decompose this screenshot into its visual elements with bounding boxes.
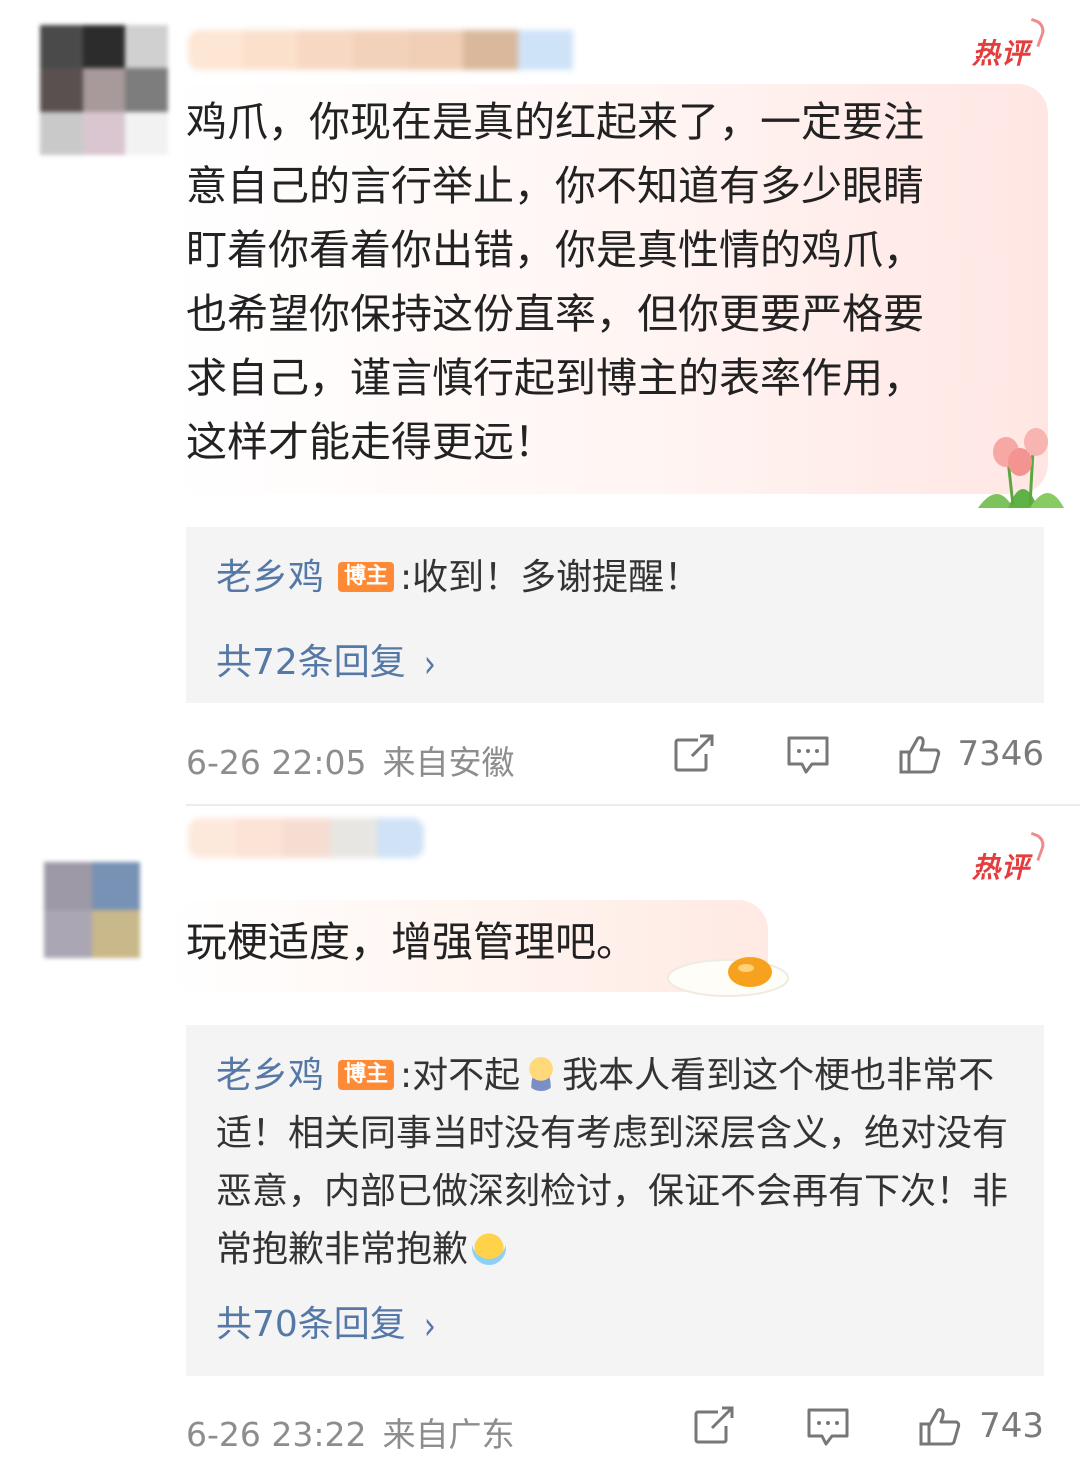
comment-icon[interactable] [786,732,830,776]
comment-time: 6-26 22:05 [186,743,367,782]
comment-divider [186,804,1080,806]
reply-content-part1: :对不起 [400,1055,521,1096]
like-count: 7346 [957,734,1044,774]
hot-comment-badge: 热评 [972,846,1030,886]
reply-author-name[interactable]: 老乡鸡 [216,1055,324,1096]
view-replies-label: 共70条回复 [216,1304,406,1345]
reply-content-part2: 我本人看到这个梗也非常不适！相关同事当时没有考虑到深层含义，绝对没有恶意，内部已… [216,1055,1009,1270]
fried-egg-decoration-icon [667,957,789,997]
blogger-tag: 博主 [338,1060,395,1090]
like-icon[interactable] [898,732,942,776]
chevron-right-icon: › [423,1303,436,1350]
comment-meta: 6-26 22:05 来自安徽 [186,736,515,784]
sitting-emoji-icon [524,1057,559,1091]
reply-box[interactable]: 老乡鸡 博主:对不起 我本人看到这个梗也非常不适！相关同事当时没有考虑到深层含义，绝… [186,1025,1044,1376]
username-tile [235,818,283,858]
comment-meta: 6-26 23:22 来自广东 [186,1408,515,1456]
view-replies-link[interactable]: 共70条回复 › [216,1295,436,1350]
comment-location: 来自广东 [382,1415,515,1454]
username-tile [329,818,377,858]
comment-text: 玩梗适度，增强管理吧。 [186,918,637,966]
like-count: 743 [979,1406,1044,1446]
avatar-tile [92,910,140,958]
comment-footer: 6-26 22:05 来自安徽 7346 [186,728,1044,784]
crying-face-emoji-icon [472,1231,507,1265]
username-tile [376,818,424,858]
comment-footer: 6-26 23:22 来自广东 743 [186,1400,1044,1456]
avatar-tile [92,862,140,910]
avatar[interactable] [44,862,140,958]
share-icon[interactable] [692,1404,736,1448]
share-icon[interactable] [672,732,716,776]
comment-icon[interactable] [806,1404,850,1448]
reply-text: 老乡鸡 博主:对不起 我本人看到这个梗也非常不适！相关同事当时没有考虑到深层含义，绝… [216,1047,1016,1279]
username-tile [188,818,236,858]
comment-item: 热评 玩梗适度，增强管理吧。 老乡鸡 博主:对不起 我本人看到这个梗也非常不适！相关… [0,0,1080,1454]
avatar-tile [44,862,92,910]
comment-time: 6-26 23:22 [186,1415,367,1454]
avatar-tile [44,910,92,958]
comment-location: 来自安徽 [382,743,515,782]
like-icon[interactable] [918,1404,962,1448]
username-blurred[interactable] [188,818,424,858]
username-tile [282,818,330,858]
